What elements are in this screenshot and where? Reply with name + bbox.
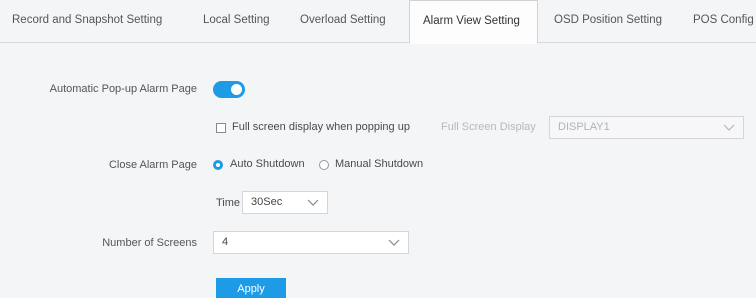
- fullscreen-display-value: DISPLAY1: [558, 121, 610, 133]
- toggle-knob: [231, 84, 242, 95]
- time-value: 30Sec: [251, 196, 283, 208]
- manual-shutdown-label: Manual Shutdown: [335, 158, 424, 170]
- fullscreen-checkbox[interactable]: [216, 123, 226, 133]
- tab-alarm-view-setting[interactable]: Alarm View Setting: [409, 0, 538, 44]
- fullscreen-display-select[interactable]: DISPLAY1: [549, 116, 744, 139]
- tab-bar: Record and Snapshot Setting Local Settin…: [0, 0, 756, 44]
- manual-shutdown-radio[interactable]: [319, 160, 329, 170]
- tab-local-setting[interactable]: Local Setting: [203, 0, 270, 43]
- popup-alarm-toggle[interactable]: [213, 81, 245, 98]
- apply-button[interactable]: Apply: [216, 278, 286, 298]
- chevron-down-icon: [307, 199, 319, 206]
- screens-value: 4: [222, 236, 229, 248]
- chevron-down-icon: [723, 124, 735, 131]
- time-label: Time: [216, 197, 241, 209]
- time-select[interactable]: 30Sec: [242, 191, 328, 214]
- screens-label: Number of Screens: [102, 237, 197, 249]
- popup-alarm-label: Automatic Pop-up Alarm Page: [49, 83, 197, 95]
- tab-pos-config[interactable]: POS Config: [693, 0, 754, 43]
- fullscreen-label: Full screen display when popping up: [232, 121, 410, 133]
- auto-shutdown-radio[interactable]: [213, 160, 223, 170]
- close-alarm-label: Close Alarm Page: [108, 159, 197, 171]
- auto-shutdown-label: Auto Shutdown: [230, 158, 305, 170]
- chevron-down-icon: [388, 239, 400, 246]
- tab-osd-position-setting[interactable]: OSD Position Setting: [554, 0, 662, 43]
- screens-select[interactable]: 4: [213, 231, 409, 254]
- tab-record-snapshot-setting[interactable]: Record and Snapshot Setting: [12, 0, 162, 43]
- tab-overload-setting[interactable]: Overload Setting: [300, 0, 386, 43]
- fullscreen-display-label: Full Screen Display: [441, 121, 536, 133]
